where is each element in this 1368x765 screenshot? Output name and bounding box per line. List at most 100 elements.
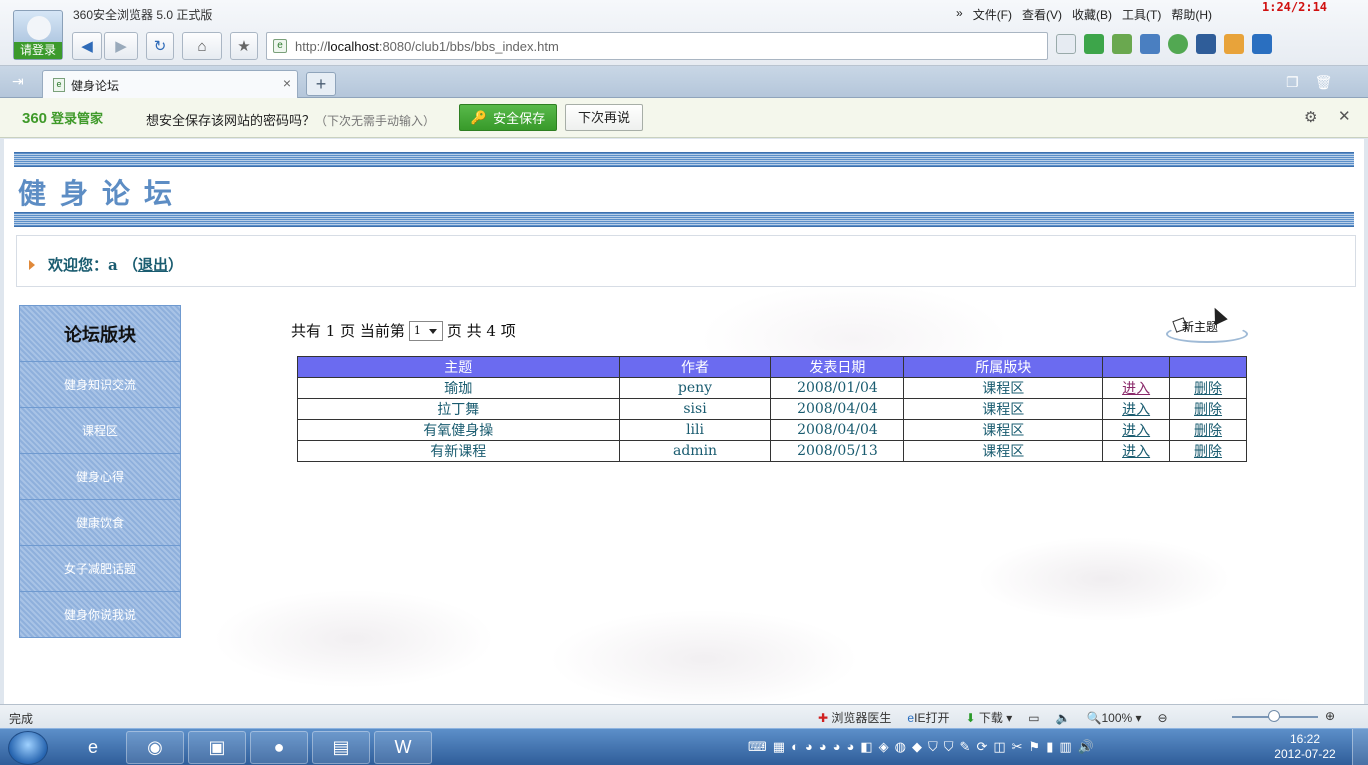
tray-qq-icon[interactable]: ◕ bbox=[805, 739, 813, 755]
menu-view[interactable]: 查看(V) bbox=[1022, 6, 1062, 23]
zoom[interactable]: 🔍100% ▾ bbox=[1087, 711, 1142, 725]
menu-file[interactable]: 文件(F) bbox=[973, 6, 1012, 23]
tray-shield-icon[interactable]: ⛉ bbox=[928, 739, 938, 755]
tray-qq-icon[interactable]: ◕ bbox=[833, 739, 841, 755]
extension-icon[interactable] bbox=[1224, 34, 1244, 54]
tray-app-icon[interactable]: ◈ bbox=[879, 739, 889, 755]
tray-qq-icon[interactable]: ◕ bbox=[847, 739, 855, 755]
tray-qq-icon[interactable]: ◕ bbox=[819, 739, 827, 755]
browser-360-taskbar-icon[interactable]: ◉ bbox=[126, 731, 184, 764]
tray-app-icon[interactable]: ◍ bbox=[895, 739, 906, 755]
enter-cell: 进入 bbox=[1102, 440, 1171, 462]
tray-flag-icon[interactable]: ⚑ bbox=[1029, 739, 1041, 755]
page-select[interactable]: 1 bbox=[408, 320, 443, 341]
tray-app-icon[interactable]: ✂ bbox=[1012, 739, 1023, 755]
extension-icon[interactable] bbox=[1252, 34, 1272, 54]
forward-button[interactable]: ▶ bbox=[104, 32, 138, 60]
tray-app-icon[interactable]: ◆ bbox=[912, 739, 922, 755]
sidebar-item-chat[interactable]: 健身你说我说 bbox=[19, 592, 181, 638]
favorite-button[interactable]: ★ bbox=[230, 32, 258, 60]
close-icon[interactable]: × bbox=[283, 75, 291, 91]
col-delete bbox=[1169, 356, 1247, 378]
tray-volume-icon[interactable]: 🔊 bbox=[1078, 739, 1094, 755]
address-url[interactable]: http://localhost:8080/club1/bbs/bbs_inde… bbox=[295, 39, 559, 54]
word-taskbar-icon[interactable]: W bbox=[374, 731, 432, 764]
trash-icon[interactable]: 🗑 bbox=[1315, 74, 1333, 91]
sidebar-item-weight-loss[interactable]: 女子减肥话题 bbox=[19, 546, 181, 592]
menu-overflow-icon[interactable]: » bbox=[956, 6, 963, 23]
zoom-in-icon[interactable]: ⊕ bbox=[1325, 709, 1335, 723]
menu-favorites[interactable]: 收藏(B) bbox=[1072, 6, 1112, 23]
login-label[interactable]: 请登录 bbox=[14, 42, 62, 59]
tray-shield-icon[interactable]: ⛉ bbox=[944, 739, 954, 755]
shield-icon[interactable] bbox=[1056, 34, 1076, 54]
refresh-button[interactable]: ↻ bbox=[146, 32, 174, 60]
sidebar-item-diet[interactable]: 健康饮食 bbox=[19, 500, 181, 546]
home-button[interactable]: ⌂ bbox=[182, 32, 222, 60]
tab-active[interactable]: e 健身论坛 × bbox=[42, 70, 298, 98]
enter-link[interactable]: 进入 bbox=[1122, 381, 1150, 397]
enter-link[interactable]: 进入 bbox=[1122, 423, 1150, 439]
browser-doctor[interactable]: ✚ 浏览器医生 bbox=[818, 709, 891, 726]
later-button[interactable]: 下次再说 bbox=[565, 104, 643, 131]
toolbox-taskbar-icon[interactable]: ▣ bbox=[188, 731, 246, 764]
password-manager-logo: 360 登录管家 bbox=[22, 108, 103, 127]
screen-icon[interactable]: ▭ bbox=[1028, 711, 1039, 725]
key-icon[interactable] bbox=[1196, 34, 1216, 54]
logout-link[interactable]: 退出 bbox=[138, 256, 168, 274]
new-tab-button[interactable]: + bbox=[306, 72, 336, 96]
extension-icon[interactable] bbox=[1112, 34, 1132, 54]
speaker-icon[interactable]: 🔈 bbox=[1056, 711, 1071, 725]
sidebar-item-experience[interactable]: 健身心得 bbox=[19, 454, 181, 500]
tray-app-icon[interactable]: ✎ bbox=[960, 739, 971, 755]
login-avatar[interactable]: 请登录 bbox=[13, 10, 63, 60]
zoom-out-icon[interactable]: ⊖ bbox=[1158, 711, 1168, 725]
folder-taskbar-icon[interactable]: ▤ bbox=[312, 731, 370, 764]
safe-save-label: 安全保存 bbox=[493, 111, 546, 126]
tray-keyboard-icon[interactable]: ⌨ bbox=[748, 739, 767, 755]
ie-open[interactable]: eIE打开 bbox=[907, 709, 949, 726]
status-bar: 完成 ✚ 浏览器医生 eIE打开 ⬇ 下载 ▾ ▭ 🔈 🔍100% ▾ ⊖ ⊕ bbox=[0, 704, 1368, 728]
sidebar-item-knowledge[interactable]: 健身知识交流 bbox=[19, 362, 181, 408]
eclipse-taskbar-icon[interactable]: ● bbox=[250, 731, 308, 764]
topic-cell: 拉丁舞 bbox=[297, 398, 620, 420]
zoom-slider-handle[interactable] bbox=[1268, 710, 1280, 722]
enter-link[interactable]: 进入 bbox=[1122, 444, 1150, 460]
tray-app-icon[interactable]: ⟳ bbox=[976, 739, 987, 755]
tray-app-icon[interactable]: ▦ bbox=[773, 739, 785, 755]
forward-arrow-icon: ▶ bbox=[115, 38, 127, 55]
new-topic-button[interactable]: 新主题 bbox=[1164, 311, 1250, 347]
sidebar-item-courses[interactable]: 课程区 bbox=[19, 408, 181, 454]
close-icon[interactable]: ✕ bbox=[1338, 107, 1351, 125]
safe-save-button[interactable]: 🔑 安全保存 bbox=[459, 104, 557, 131]
extension-icon[interactable] bbox=[1140, 34, 1160, 54]
menu-help[interactable]: 帮助(H) bbox=[1171, 6, 1212, 23]
tray-network-icon[interactable]: ▥ bbox=[1059, 739, 1071, 755]
delete-link[interactable]: 删除 bbox=[1194, 381, 1222, 397]
tray-app-icon[interactable]: ◫ bbox=[993, 739, 1005, 755]
col-topic: 主题 bbox=[297, 356, 620, 378]
delete-link[interactable]: 删除 bbox=[1194, 423, 1222, 439]
back-button[interactable]: ◀ bbox=[72, 32, 102, 60]
address-bar[interactable]: e http://localhost:8080/club1/bbs/bbs_in… bbox=[266, 32, 1048, 60]
download[interactable]: ⬇ 下载 ▾ bbox=[965, 709, 1012, 726]
delete-link[interactable]: 删除 bbox=[1194, 402, 1222, 418]
tray-app-icon[interactable]: ◧ bbox=[860, 739, 872, 755]
taskbar-clock[interactable]: 16:22 2012-07-22 bbox=[1270, 732, 1340, 762]
delete-link[interactable]: 删除 bbox=[1194, 444, 1222, 460]
show-desktop-button[interactable] bbox=[1352, 729, 1368, 765]
restore-tab-icon[interactable]: ❐ bbox=[1286, 74, 1299, 91]
delete-cell: 删除 bbox=[1169, 440, 1247, 462]
tray-app-icon[interactable]: ▮ bbox=[1046, 739, 1053, 755]
tray-app-icon[interactable]: ◐ bbox=[791, 739, 799, 755]
extension-icon[interactable] bbox=[1084, 34, 1104, 54]
extension-icon[interactable] bbox=[1168, 34, 1188, 54]
sidebar-toggle-icon[interactable]: ⇥ bbox=[12, 73, 24, 90]
gear-icon[interactable]: ⚙ bbox=[1304, 108, 1317, 126]
menu-tools[interactable]: 工具(T) bbox=[1122, 6, 1161, 23]
ie-taskbar-icon[interactable]: e bbox=[64, 731, 122, 764]
start-button[interactable] bbox=[8, 731, 48, 765]
enter-link[interactable]: 进入 bbox=[1122, 402, 1150, 418]
col-enter bbox=[1102, 356, 1171, 378]
delete-cell: 删除 bbox=[1169, 419, 1247, 441]
